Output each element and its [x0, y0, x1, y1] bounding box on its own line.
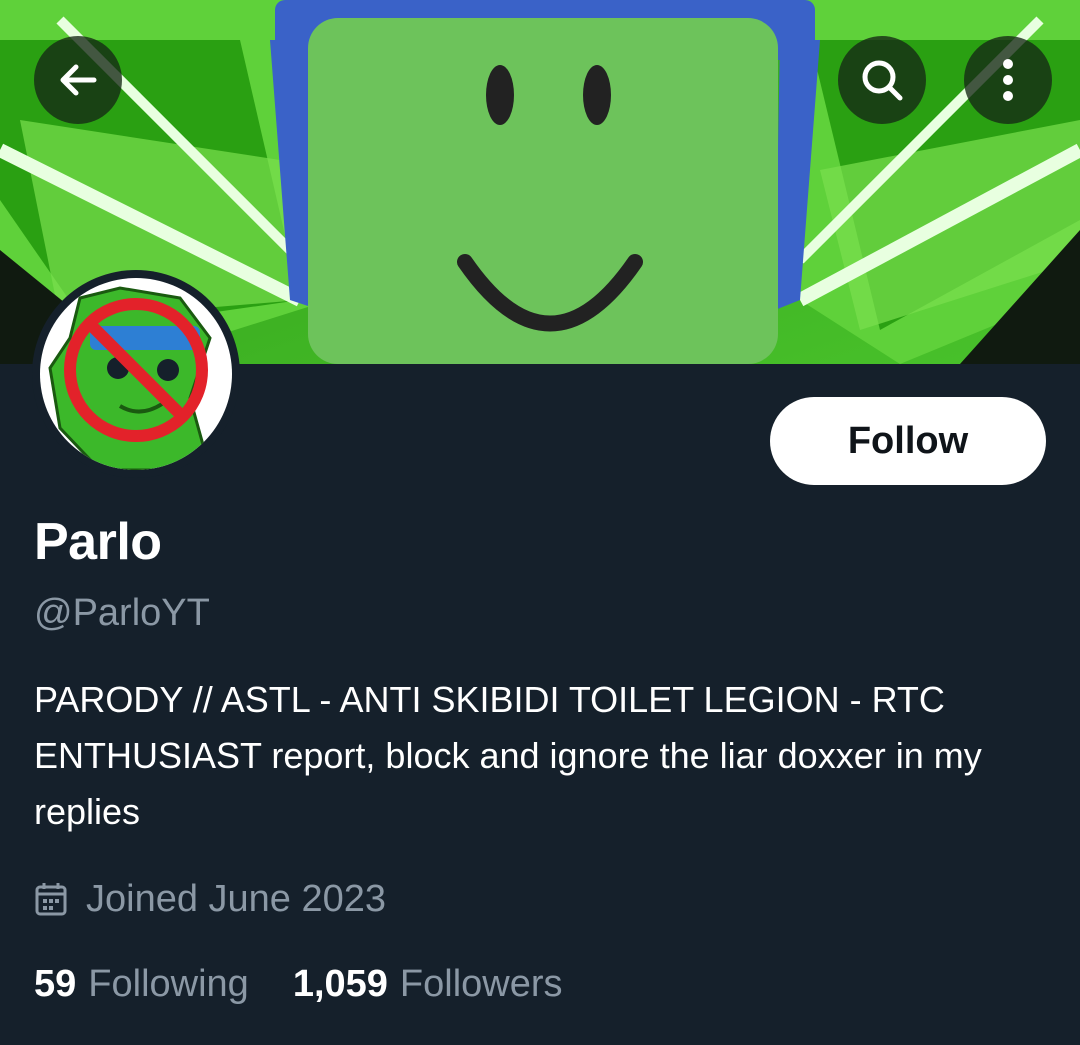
following-link[interactable]: 59 Following: [34, 963, 249, 1006]
profile-stats: 59 Following 1,059 Followers: [34, 958, 563, 1010]
followers-label: Followers: [399, 962, 563, 1005]
avatar-image: [40, 278, 232, 470]
search-button[interactable]: [838, 36, 926, 124]
back-button[interactable]: [34, 36, 122, 124]
more-vertical-icon: [998, 56, 1018, 104]
search-icon: [858, 56, 906, 104]
profile-bio: PARODY // ASTL - ANTI SKIBIDI TOILET LEG…: [34, 679, 982, 832]
more-options-button[interactable]: [964, 36, 1052, 124]
following-count: 59: [34, 962, 77, 1005]
join-date-text: Joined June 2023: [86, 877, 387, 920]
follow-button[interactable]: Follow: [770, 397, 1046, 485]
join-date: Joined June 2023: [34, 874, 386, 924]
followers-count: 1,059: [292, 962, 388, 1005]
arrow-left-icon: [56, 58, 100, 102]
following-label: Following: [88, 962, 249, 1005]
followers-link[interactable]: 1,059 Followers: [293, 963, 563, 1006]
user-handle: @ParloYT: [34, 592, 210, 634]
display-name: Parlo: [34, 513, 162, 571]
avatar[interactable]: [32, 270, 240, 478]
calendar-icon: [34, 881, 68, 917]
